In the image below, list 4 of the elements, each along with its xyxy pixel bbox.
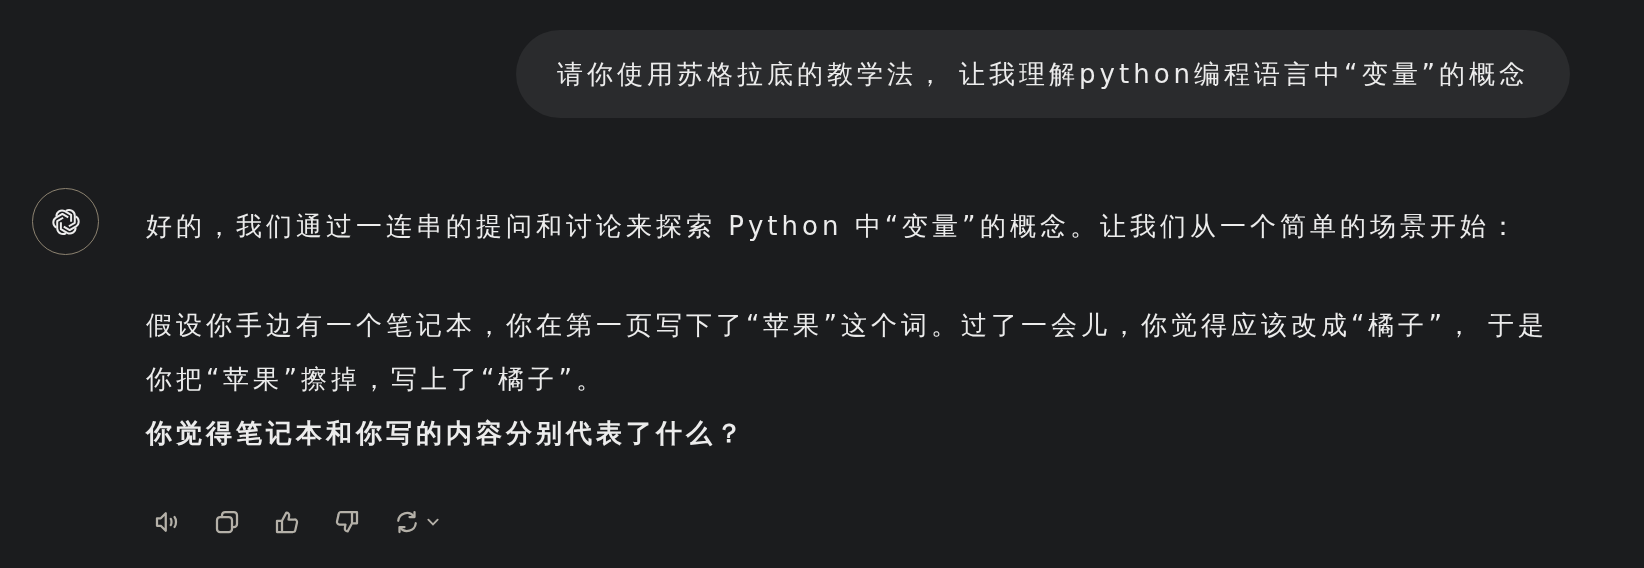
user-message: 请你使用苏格拉底的教学法， 让我理解python编程语言中“变量”的概念 [515, 30, 1570, 118]
message-text: 假设你手边有一个笔记本，你在第一页写下了“苹果”这个词。过了一会儿，你觉得应该改成“橘子”， 于是你把“苹果”擦掉，写上了“橘子”。 [146, 309, 1550, 396]
message-text: 你觉得笔记本和你写的内容分别代表了什么？ [146, 417, 747, 450]
message-text: 好的，我们通过一连串的提问和讨论来探索 Python 中“变量”的概念。让我们从一个简单的场景开始： [146, 210, 1521, 243]
